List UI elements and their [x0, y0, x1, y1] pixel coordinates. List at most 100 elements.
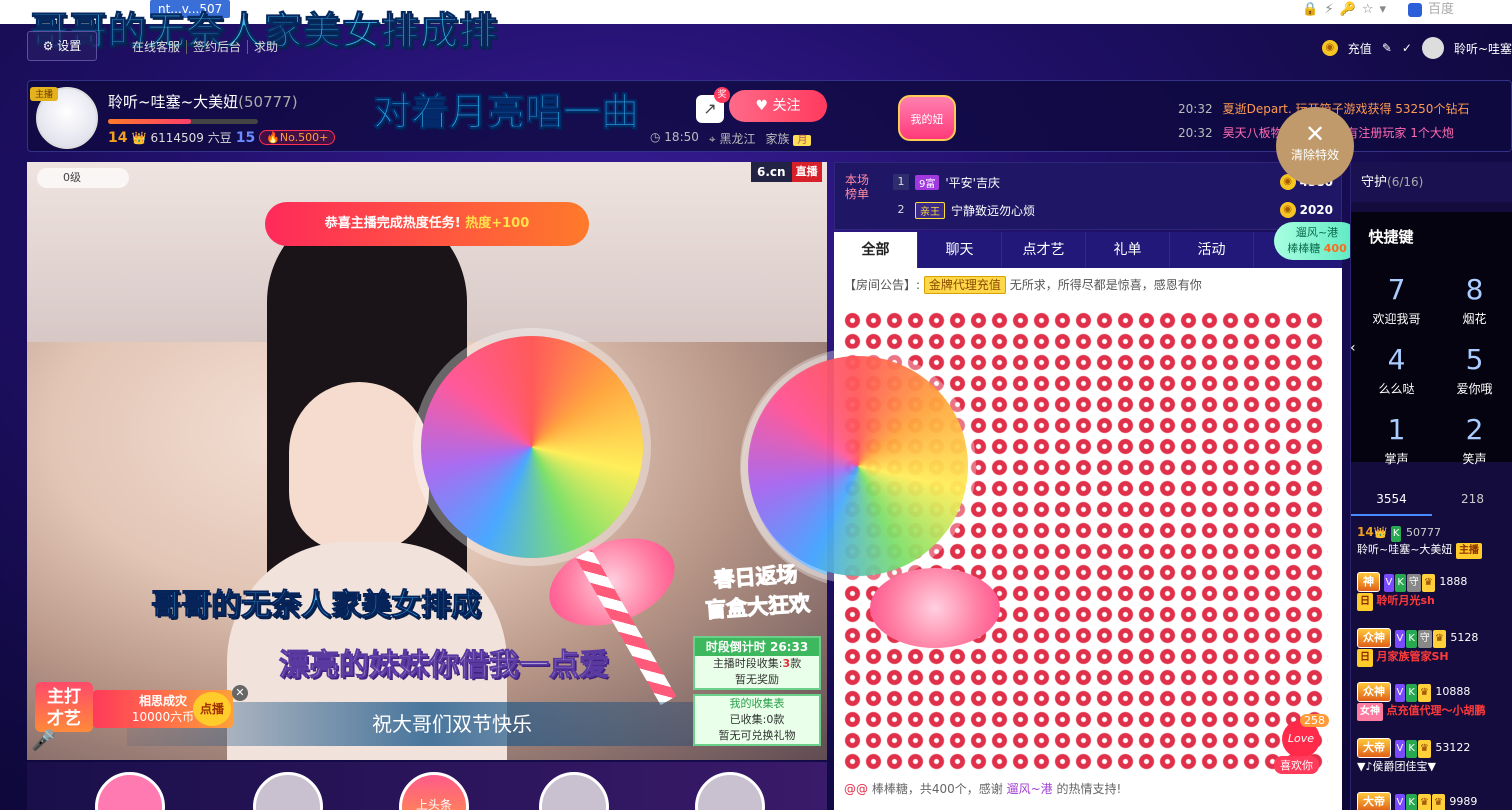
gift-chase-notice[interactable]: 遛风~港 棒棒糖 400: [1274, 222, 1360, 260]
video-stream[interactable]: 0级 6.cn 直播 恭喜主播完成热度任务! 热度+100 哥哥的无奈人家美女排成…: [27, 162, 827, 760]
rank-row[interactable]: 2 亲王 宁静致远勿心烦 ◉ 2020: [893, 199, 1333, 221]
share-icon[interactable]: ↗ 奖: [696, 87, 730, 123]
order-song-button[interactable]: 点播: [193, 692, 231, 726]
list-item[interactable]: 神 V K 守 ♛ 1888 日 聆听月光sh: [1357, 572, 1512, 611]
location: ⌖ 黑龙江: [708, 132, 756, 146]
coin-icon: ◉: [1279, 202, 1296, 218]
site-logo: 6.cn 直播: [751, 162, 827, 182]
list-item[interactable]: 众神 V K ♛ 10888 女神 点充值代理～小胡鹏: [1357, 682, 1512, 721]
coin-icon: ◉: [1321, 40, 1338, 56]
viewer-count-tabs: 3554 218: [1351, 492, 1512, 516]
crown-icon: 👑: [131, 130, 147, 145]
lyric-line-1: 哥哥的无奈人家美女排成: [151, 588, 482, 624]
host-progress-fill: [108, 119, 191, 124]
rich-level: 15: [235, 129, 256, 146]
promo-countdown-box: 时段倒计时 26:33 主播时段收集:3款 暂无奖励: [693, 636, 821, 690]
settings-button[interactable]: ⚙ 设置: [27, 31, 97, 61]
tab-admins[interactable]: 218: [1432, 492, 1512, 516]
family[interactable]: 家族 月: [765, 130, 812, 147]
clear-effects-button[interactable]: ✕ 清除特效: [1276, 107, 1354, 185]
rank-row[interactable]: 19富'平安'吉庆 ◉4380: [893, 171, 1333, 193]
menu-online-service[interactable]: 在线客服: [126, 40, 188, 54]
top-menu: 在线客服 签约后台 求助: [126, 38, 284, 55]
menu-help[interactable]: 求助: [248, 40, 284, 54]
hotkey-title: 快捷键: [1368, 228, 1414, 246]
like-label: 喜欢你: [1274, 756, 1319, 774]
follow-button[interactable]: ♥ 关注: [729, 90, 827, 122]
username[interactable]: 聆听~哇塞: [1454, 40, 1512, 57]
tab-activity[interactable]: 活动: [1170, 232, 1254, 268]
guard-panel: 守护(6/16) 快捷键 7 欢迎我哥 8 烟花 4 么么哒 5 爱你哦 1 掌声 2 笑声…: [1350, 162, 1512, 810]
list-item[interactable]: 大帝 V K ♛ 53122 ▼♪侯爵团佳宝▼: [1357, 738, 1512, 776]
thanks-user-link[interactable]: 遛风~港: [1007, 782, 1053, 796]
tab-talent[interactable]: 点才艺: [1002, 232, 1086, 268]
headline-button[interactable]: 上头条: [399, 772, 469, 810]
lyric-line-2: 漂亮的妹妹你借我一点爱: [279, 648, 610, 684]
host-name[interactable]: 聆听~哇塞~大美妞(50777): [108, 91, 298, 112]
avatar[interactable]: [695, 772, 765, 810]
edit-icon[interactable]: ✎: [1382, 41, 1392, 55]
menu-sign-backend[interactable]: 签约后台: [187, 40, 249, 54]
list-item[interactable]: 大帝 V K ♛ ♛ 9989: [1357, 792, 1512, 810]
top-right-bar: ◉ 充值 ✎ ✓ 聆听~哇塞: [1321, 36, 1512, 60]
clock-icon: ◷ 18:50: [650, 130, 699, 144]
lollipop-icon: @@: [844, 782, 868, 796]
gift-ranking: 本场榜单 19富'平安'吉庆 ◉4380 2亲王宁静致远勿心烦 ◉2020: [834, 162, 1342, 230]
close-icon[interactable]: ✕: [232, 685, 248, 701]
my-girl-badge[interactable]: 我的妞: [898, 95, 956, 141]
host-stats: 14 👑 6114509 六豆 15 🔥No.500+: [108, 129, 336, 146]
gift-thanks-message: @@ 棒棒糖，共400个，感谢 遛风~港 的热情支持!: [844, 782, 1122, 796]
agent-badge[interactable]: 金牌代理充值: [923, 276, 1006, 294]
host-beans: 6114509 六豆: [150, 131, 232, 145]
rank-badge[interactable]: 🔥No.500+: [259, 130, 336, 145]
my-collection-box[interactable]: 我的收集表 已收集:0款 暂无可兑换礼物: [693, 694, 821, 746]
check-icon[interactable]: ✓: [1402, 41, 1412, 55]
guard-header[interactable]: 守护(6/16): [1351, 162, 1512, 202]
viewer-level-badge: 0级: [37, 168, 129, 188]
hotkey-love[interactable]: 5 爱你哦: [1437, 340, 1512, 410]
host-level: 14: [108, 129, 128, 146]
hotkey-applause[interactable]: 1 掌声: [1359, 410, 1434, 466]
hotkey-fireworks[interactable]: 8 烟花: [1437, 270, 1512, 340]
host-meta: ◷ 18:50 ⌖ 黑龙江 家族 月: [650, 130, 812, 147]
gift-heart-icon[interactable]: [95, 772, 165, 810]
tab-viewers[interactable]: 3554: [1351, 492, 1432, 516]
host-progress-bar: [108, 119, 258, 124]
avatar[interactable]: [253, 772, 323, 810]
blindbox-promo[interactable]: 春日返场 盲盒大狂欢 时段倒计时 26:33 主播时段收集:3款 暂无奖励 我的收…: [693, 562, 821, 754]
recharge-link[interactable]: 充值: [1348, 40, 1372, 57]
love-count: 258: [1300, 714, 1329, 727]
candy-bow-icon: [870, 568, 1000, 648]
hotkey-laugh[interactable]: 2 笑声: [1437, 410, 1512, 466]
list-item[interactable]: 众神 V K 守 ♛ 5128 日 月家族管家SH: [1357, 628, 1512, 667]
chat-tabs: 全部 聊天 点才艺 礼单 活动: [834, 232, 1342, 268]
close-icon: ✕: [1304, 120, 1326, 148]
user-avatar[interactable]: [1421, 37, 1444, 59]
video-figure-face: [289, 382, 429, 552]
room-announcement: 【房间公告】: 金牌代理充值 无所求，所得尽都是惊喜，感恩有你: [844, 276, 1202, 294]
browser-search[interactable]: 百度: [1402, 0, 1512, 20]
microphone-icon[interactable]: 🎤: [31, 728, 56, 752]
featured-talent-badge[interactable]: 主打 才艺: [35, 682, 93, 732]
promo-title: 春日返场 盲盒大狂欢: [704, 562, 811, 623]
gift-ranking-label[interactable]: 本场榜单: [843, 173, 871, 201]
avatar[interactable]: [539, 772, 609, 810]
list-item[interactable]: 14👑 K 50777 聆听~哇塞~大美妞 主播: [1357, 524, 1512, 559]
hotkey-welcome[interactable]: 7 欢迎我哥: [1359, 270, 1434, 340]
tab-chat[interactable]: 聊天: [918, 232, 1002, 268]
love-widget[interactable]: Love 258 喜欢你: [1274, 714, 1334, 780]
lollipop-icon: [748, 356, 968, 576]
song-title: 对着月亮唱一曲: [372, 90, 640, 135]
collapse-chevron-icon[interactable]: ‹: [1350, 340, 1356, 356]
tab-all[interactable]: 全部: [834, 232, 918, 268]
heat-task-toast: 恭喜主播完成热度任务! 热度+100: [265, 202, 589, 246]
tab-gifts[interactable]: 礼单: [1086, 232, 1170, 268]
browser-icons[interactable]: 🔒⚡🔑☆▾: [1302, 2, 1392, 17]
bottom-strip: 上头条: [27, 762, 827, 810]
lollipop-icon: [421, 336, 643, 558]
hotkey-kiss[interactable]: 4 么么哒: [1359, 340, 1434, 410]
chat-panel[interactable]: 【房间公告】: 金牌代理充值 无所求，所得尽都是惊喜，感恩有你 Love 258…: [748, 268, 1342, 810]
hotkey-panel: 快捷键 7 欢迎我哥 8 烟花 4 么么哒 5 爱你哦 1 掌声 2 笑声: [1351, 212, 1512, 466]
host-tag-badge: 主播: [30, 87, 58, 101]
share-badge: 奖: [714, 87, 730, 103]
